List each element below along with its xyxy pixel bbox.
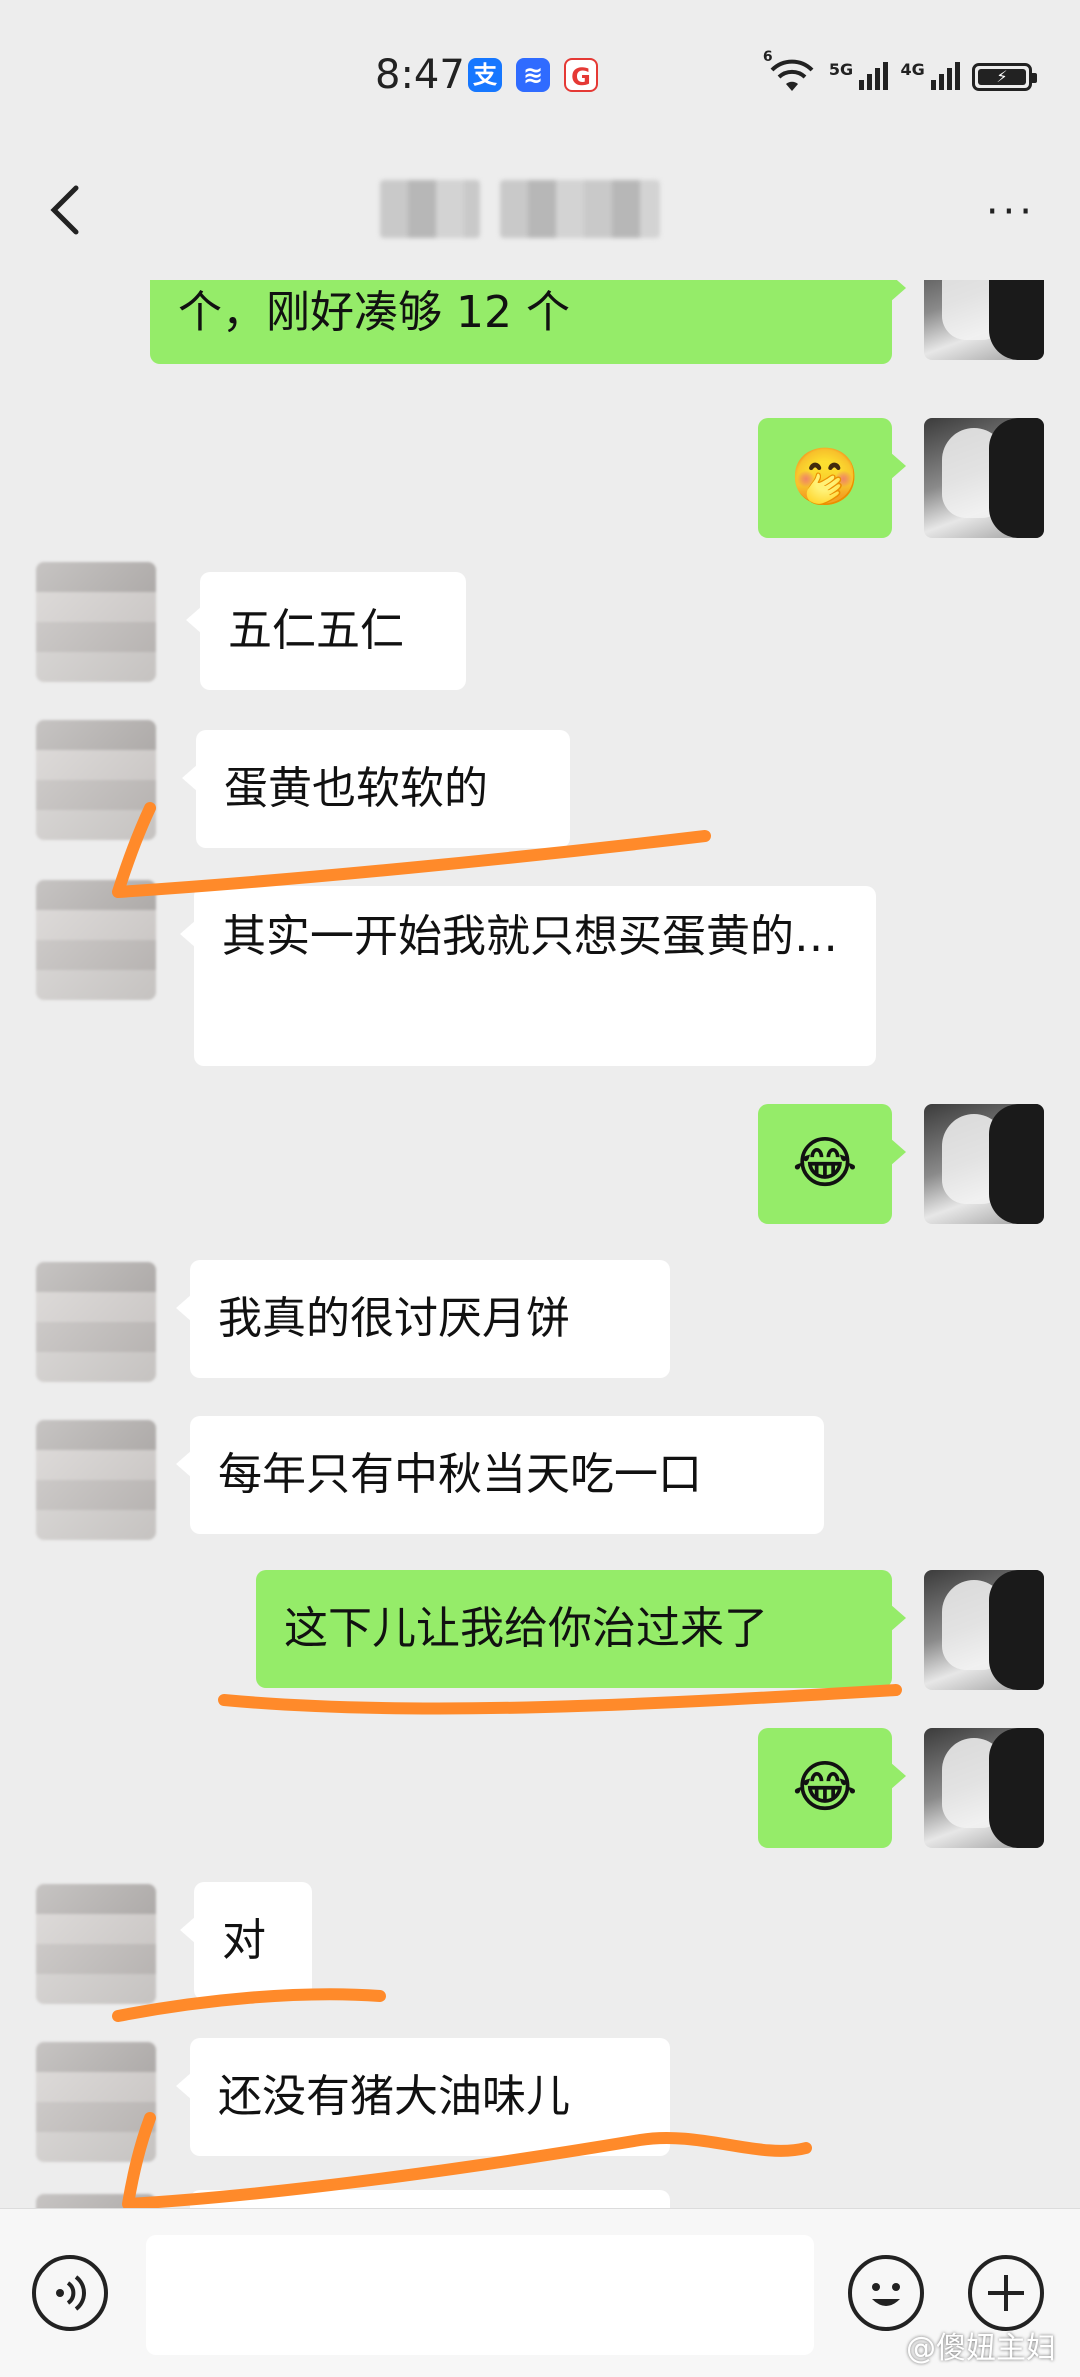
emoji: 😂 — [792, 1131, 858, 1196]
message-text: 其实一开始我就只想买蛋黄的… — [222, 911, 838, 962]
battery-icon: ⚡ — [972, 63, 1037, 91]
contact-avatar[interactable] — [36, 720, 156, 840]
voice-app-icon: ≋ — [516, 58, 550, 92]
my-avatar[interactable] — [924, 280, 1044, 360]
wifi-icon: 6 — [763, 49, 817, 98]
message-text: 每年只有中秋当天吃一口 — [218, 1449, 702, 1500]
message-bubble[interactable]: 😂 — [758, 1728, 906, 1848]
more-actions-button[interactable] — [968, 2255, 1044, 2331]
message-text: 蛋黄也软软的 — [224, 763, 488, 814]
contact-avatar[interactable] — [36, 880, 156, 1000]
message-bubble[interactable]: 😂 — [758, 1104, 906, 1224]
back-button[interactable] — [40, 180, 100, 240]
contact-avatar[interactable] — [36, 2042, 156, 2162]
message-bubble[interactable]: 其实一开始我就只想买蛋黄的… — [180, 886, 876, 1066]
more-options-button[interactable]: ··· — [986, 192, 1036, 232]
emoji: 😂 — [792, 1755, 858, 1820]
emoji: 🤭 — [790, 445, 860, 510]
message-bubble[interactable]: 还没有猪大油味儿 — [176, 2038, 670, 2156]
chat-header: ··· — [0, 150, 1080, 280]
clock: 8:47 — [375, 52, 465, 98]
contact-avatar[interactable] — [36, 2194, 156, 2208]
chevron-left-icon — [50, 185, 79, 235]
message-input[interactable] — [146, 2235, 814, 2355]
chat-title-blurred — [380, 180, 480, 238]
voice-input-button[interactable] — [32, 2255, 108, 2331]
signal-5g-icon: 5G — [829, 60, 889, 95]
alipay-icon: 支 — [468, 58, 502, 92]
my-avatar[interactable] — [924, 1104, 1044, 1224]
my-avatar[interactable] — [924, 1570, 1044, 1690]
message-text: 对 — [222, 1915, 266, 1966]
message-bubble[interactable]: 蛋黄也软软的 — [182, 730, 570, 848]
message-list[interactable]: 个，刚好凑够 12 个 🤭 五仁五仁 蛋黄也软软的 其实一开始我就只想买蛋黄的…… — [0, 280, 1080, 2208]
emoji-button[interactable] — [848, 2255, 924, 2331]
chat-title-blurred-2 — [500, 180, 660, 238]
message-bubble[interactable]: 个，刚好凑够 12 个 — [150, 280, 906, 364]
input-bar: @傻妞主妇 — [0, 2208, 1080, 2377]
message-text: 还没有猪大油味儿 — [218, 2071, 570, 2122]
message-text: 五仁五仁 — [228, 605, 404, 656]
my-avatar[interactable] — [924, 1728, 1044, 1848]
my-avatar[interactable] — [924, 418, 1044, 538]
contact-avatar[interactable] — [36, 562, 156, 682]
smiley-icon — [872, 2283, 900, 2306]
plus-icon — [988, 2275, 1024, 2311]
shield-app-icon: G — [564, 58, 598, 92]
message-bubble[interactable] — [190, 2190, 670, 2208]
wifi-label: 6 — [762, 48, 773, 65]
message-bubble[interactable]: 这下儿让我给你治过来了 — [256, 1570, 906, 1688]
contact-avatar[interactable] — [36, 1884, 156, 2004]
status-icons: 6 5G 4G ⚡ — [763, 49, 1037, 98]
message-text: 个，刚好凑够 12 个 — [178, 287, 570, 338]
message-bubble[interactable]: 每年只有中秋当天吃一口 — [176, 1416, 824, 1534]
watermark: @傻妞主妇 — [906, 2331, 1056, 2366]
contact-avatar[interactable] — [36, 1262, 156, 1382]
signal-4g-icon: 4G — [900, 60, 960, 95]
contact-avatar[interactable] — [36, 1420, 156, 1540]
net2-label: 4G — [900, 59, 925, 79]
message-text: 我真的很讨厌月饼 — [218, 1293, 570, 1344]
message-text: 这下儿让我给你治过来了 — [284, 1603, 768, 1654]
net1-label: 5G — [828, 59, 854, 79]
message-bubble[interactable]: 我真的很讨厌月饼 — [176, 1260, 670, 1378]
message-bubble[interactable]: 五仁五仁 — [186, 572, 466, 690]
message-bubble[interactable]: 对 — [180, 1882, 312, 2000]
status-bar: 8:47 支 ≋ G 6 5G 4G ⚡ — [0, 0, 1080, 150]
voice-icon — [56, 2275, 86, 2311]
message-bubble[interactable]: 🤭 — [758, 418, 906, 538]
